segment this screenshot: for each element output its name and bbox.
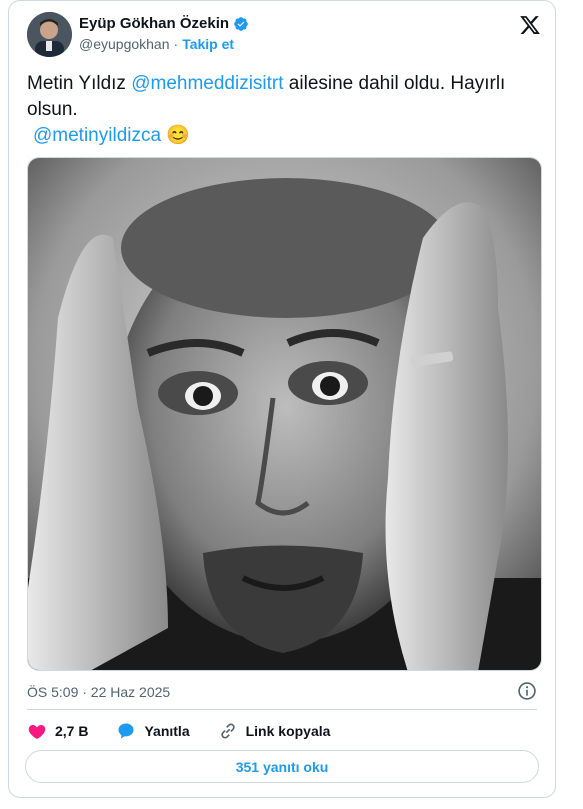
like-button[interactable]: 2,7 B	[27, 721, 88, 741]
tweet-photo[interactable]	[27, 157, 542, 671]
emoji: 😊	[166, 125, 190, 146]
divider	[27, 709, 537, 710]
like-count: 2,7 B	[55, 723, 89, 739]
avatar[interactable]	[27, 12, 72, 57]
tweet-text: Metin Yıldız @mehmeddizisitrt ailesine d…	[27, 71, 542, 149]
author-name[interactable]: Eyüp Gökhan Özekin	[79, 15, 229, 32]
heart-icon	[28, 724, 46, 739]
copy-link-label: Link kopyala	[245, 723, 331, 739]
info-icon[interactable]	[517, 681, 537, 701]
x-logo-icon[interactable]	[519, 14, 541, 36]
action-bar: 2,7 B Yanıtla Link kopyala	[27, 720, 330, 742]
tweet-text-start: Metin Yıldız	[27, 73, 132, 94]
tweet-card: Eyüp Gökhan Özekin @eyupgokhan · Takip e…	[8, 0, 556, 798]
copy-link-button[interactable]: Link kopyala	[218, 721, 331, 741]
read-replies-button[interactable]: 351 yanıtı oku	[25, 750, 539, 783]
reply-bubble-icon	[118, 723, 134, 739]
follow-button[interactable]: Takip et	[182, 36, 234, 52]
reply-label: Yanıtla	[144, 723, 190, 739]
link-icon	[220, 723, 235, 739]
mention-link[interactable]: @mehmeddizisitrt	[131, 73, 283, 94]
verified-badge-icon	[234, 16, 248, 31]
tweet-header: Eyüp Gökhan Özekin @eyupgokhan · Takip e…	[27, 12, 541, 57]
reply-button[interactable]: Yanıtla	[116, 721, 190, 741]
timestamp[interactable]: ÖS 5:09 · 22 Haz 2025	[27, 684, 170, 700]
portrait-image	[28, 158, 541, 670]
separator-dot: ·	[173, 36, 179, 52]
author-handle[interactable]: @eyupgokhan	[79, 36, 170, 52]
author-handle-row: @eyupgokhan · Takip et	[79, 36, 234, 52]
author-name-row: Eyüp Gökhan Özekin	[79, 15, 249, 32]
mention-link[interactable]: @metinyildizca	[33, 125, 161, 146]
